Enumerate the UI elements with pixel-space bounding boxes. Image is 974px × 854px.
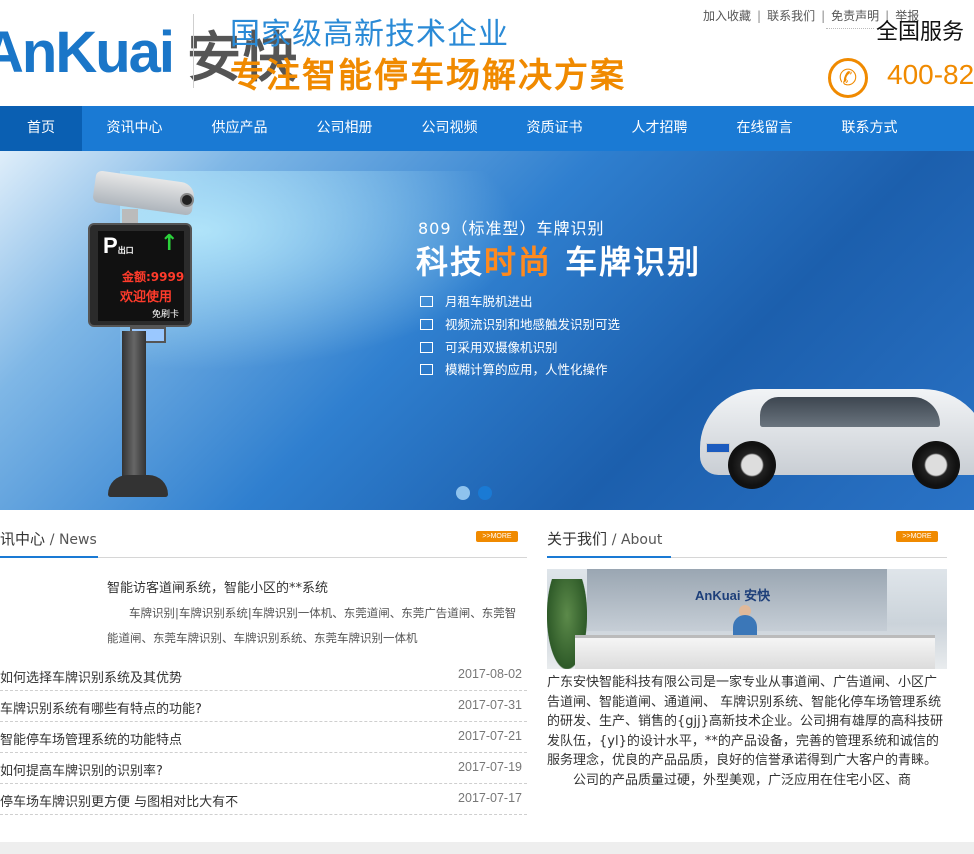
camera-lens [180,193,194,207]
site-header: AnKuai 安快 国家级高新技术企业 专注智能停车场解决方案 加入收藏 | 联系我… [0,0,974,106]
news-item-date: 2017-08-02 [458,667,522,681]
logo-en: AnKuai [0,19,175,85]
gate-pole [122,331,146,481]
slide-dot-2[interactable] [478,486,492,500]
nav-item-products[interactable]: 供应产品 [187,106,292,151]
slogan-line-1: 国家级高新技术企业 [230,17,509,52]
nav-item-news[interactable]: 资讯中心 [82,106,187,151]
link-separator: | [821,9,826,23]
reception-logo: AnKuai 安快 [695,588,771,603]
gate-amount: 金额:9999 [122,270,185,284]
car-wheel [728,441,776,489]
checkbox-icon [420,296,433,307]
news-item-date: 2017-07-31 [458,698,522,712]
checkbox-icon [420,319,433,330]
nav-item-home[interactable]: 首页 [0,106,82,151]
news-item-date: 2017-07-19 [458,760,522,774]
news-item-title[interactable]: 停车场车牌识别更方便 与图相对比大有不 [0,791,238,810]
arrow-up-icon: ↑ [160,231,179,256]
main-nav: 首页 资讯中心 供应产品 公司相册 公司视频 资质证书 人才招聘 在线留言 联系… [0,106,974,151]
news-item-date: 2017-07-21 [458,729,522,743]
news-title-underline [0,556,98,558]
disclaimer-link[interactable]: 免责声明 [831,9,879,23]
add-favorite-link[interactable]: 加入收藏 [703,9,751,23]
news-section-title: 讯中心 / News [0,530,97,548]
gate-card-text: 免刷卡 [152,310,180,320]
checkbox-icon [420,364,433,375]
about-title-underline [547,556,671,558]
gate-base [108,475,168,497]
footer-strip [0,842,974,854]
banner-model: 809（标准型）车牌识别 [418,219,605,238]
phone-icon: ✆ [828,58,868,98]
contact-us-link[interactable]: 联系我们 [767,9,815,23]
about-more-button[interactable]: >>MORE [896,531,938,542]
news-list-item[interactable]: 停车场车牌识别更方便 与图相对比大有不 2017-07-17 [0,784,527,815]
about-paragraph: 广东安快智能科技有限公司是一家专业从事道闸、广告道闸、小区广告道闸、智能道闸、通… [547,675,944,768]
service-label: 全国服务 [876,20,965,45]
news-list-item[interactable]: 智能停车场管理系统的功能特点 2017-07-21 [0,722,527,753]
news-item-title[interactable]: 车牌识别系统有哪些有特点的功能? [0,698,202,717]
banner-feature: 模糊计算的应用，人性化操作 [420,359,608,378]
news-item-title[interactable]: 智能停车场管理系统的功能特点 [0,729,182,748]
car-window [760,397,940,427]
logo-divider [193,14,194,88]
news-more-button[interactable]: >>MORE [476,531,518,542]
nav-item-message[interactable]: 在线留言 [712,106,817,151]
car-plate [706,443,730,453]
news-list-item[interactable]: 车牌识别系统有哪些有特点的功能? 2017-07-31 [0,691,527,722]
decorative-dots [826,28,874,29]
slide-dot-1[interactable] [456,486,470,500]
nav-item-album[interactable]: 公司相册 [292,106,397,151]
news-item-date: 2017-07-17 [458,791,522,805]
nav-item-jobs[interactable]: 人才招聘 [607,106,712,151]
news-item-title[interactable]: 如何提高车牌识别的识别率? [0,760,163,779]
nav-item-video[interactable]: 公司视频 [397,106,502,151]
gate-welcome: 欢迎使用 [120,290,173,305]
nav-item-certificates[interactable]: 资质证书 [502,106,607,151]
news-list-item[interactable]: 如何提高车牌识别的识别率? 2017-07-19 [0,753,527,784]
about-section-title: 关于我们 / About [547,530,663,548]
banner-title: 科技时尚 车牌识别 [416,243,702,281]
news-item-title[interactable]: 如何选择车牌识别系统及其优势 [0,667,182,686]
slogan-line-2: 专注智能停车场解决方案 [230,56,626,96]
parking-p-icon: P出口 [103,233,134,258]
banner-slider[interactable]: P出口 ↑ 金额:9999 欢迎使用 免刷卡 809（标准型）车牌识别 科技时尚… [0,151,974,510]
company-reception-photo[interactable]: AnKuai 安快 [547,569,947,669]
nav-item-contact[interactable]: 联系方式 [817,106,922,151]
phone-number: 400-82 [887,59,974,90]
about-text: 广东安快智能科技有限公司是一家专业从事道闸、广告道闸、小区广告道闸、智能道闸、通… [547,673,945,790]
car-wheel [912,441,960,489]
banner-feature: 月租车脱机进出 [420,291,533,310]
reception-desk [575,635,935,669]
news-list-item[interactable]: 如何选择车牌识别系统及其优势 2017-08-02 [0,660,527,691]
link-separator: | [757,9,762,23]
banner-feature: 视频流识别和地感触发识别可选 [420,314,620,333]
featured-news-desc: 车牌识别|车牌识别系统|车牌识别一体机、东莞道闸、东莞广告道闸、东莞智能道闸、东… [107,606,517,645]
featured-news-title[interactable]: 智能访客道闸系统，智能小区的**系统 [107,577,328,596]
checkbox-icon [420,342,433,353]
banner-feature: 可采用双摄像机识别 [420,337,558,356]
about-paragraph: 公司的产品质量过硬，外型美观，广泛应用在住宅小区、商 [573,772,912,788]
